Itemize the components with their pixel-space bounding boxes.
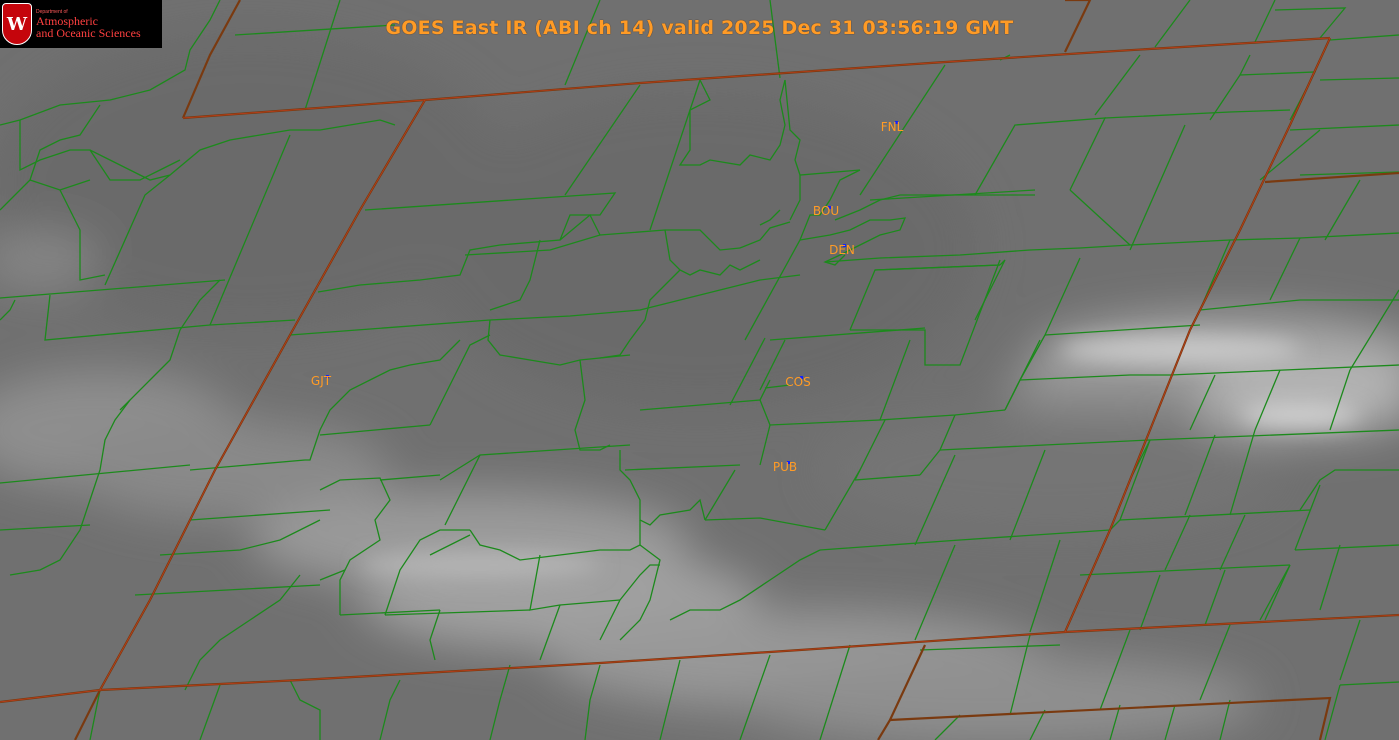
satellite-map: W Department of Atmospheric and Oceanic … xyxy=(0,0,1399,740)
ir-imagery xyxy=(0,0,1399,740)
station-label-gjt[interactable]: GJT xyxy=(311,374,331,388)
station-label-fnl[interactable]: FNL xyxy=(881,120,904,134)
station-label-bou[interactable]: BOU xyxy=(813,204,839,218)
image-title: GOES East IR (ABI ch 14) valid 2025 Dec … xyxy=(385,17,1014,39)
station-label-cos[interactable]: COS xyxy=(785,375,810,389)
station-label-pub[interactable]: PUB xyxy=(773,460,797,474)
station-label-den[interactable]: DEN xyxy=(829,243,855,257)
